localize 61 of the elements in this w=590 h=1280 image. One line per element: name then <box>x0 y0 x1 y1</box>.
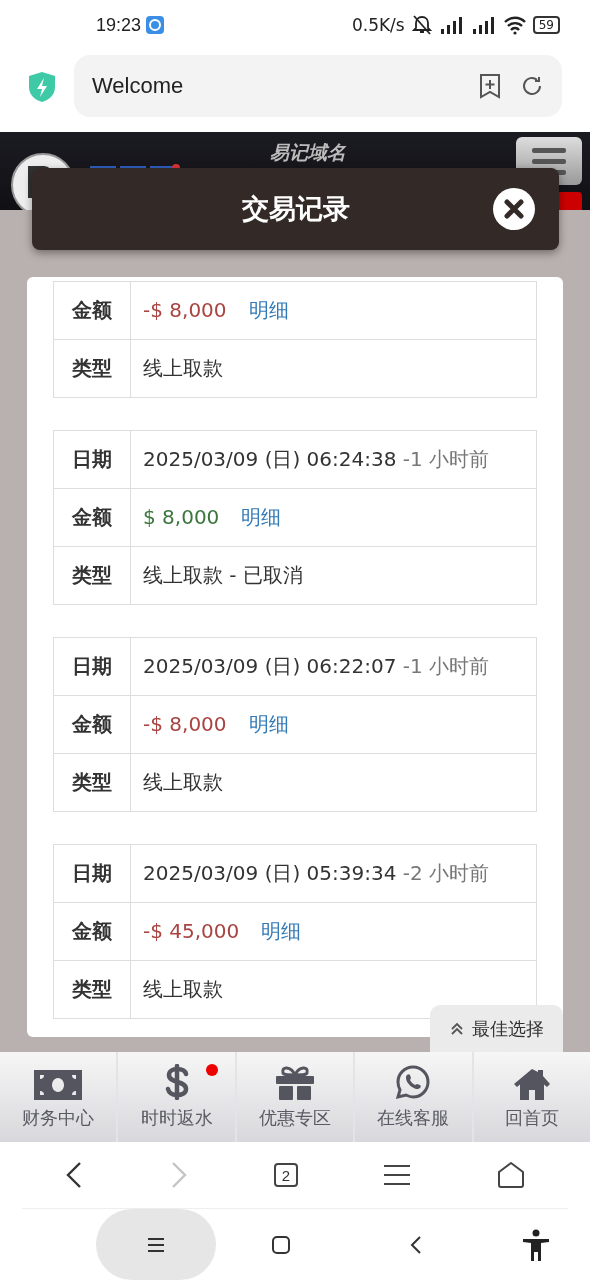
reload-icon[interactable] <box>520 74 544 98</box>
bookmark-add-icon[interactable] <box>478 73 502 99</box>
signal-icon <box>438 15 465 35</box>
type-cell: 线上取款 - 已取消 <box>130 546 537 605</box>
amount-text: -$ 8,000 <box>143 298 227 322</box>
amount-text: -$ 8,000 <box>143 712 227 736</box>
nav-tab[interactable]: 优惠专区 <box>236 1052 356 1142</box>
close-icon <box>503 198 525 220</box>
accessibility-icon[interactable] <box>522 1228 550 1261</box>
wifi-icon <box>502 15 527 35</box>
muted-bell-icon <box>410 15 433 35</box>
tabs-button[interactable]: 2 <box>273 1163 298 1187</box>
chat-phone-icon <box>395 1064 432 1100</box>
dollar-icon <box>163 1064 190 1100</box>
date-cell: 2025/03/09 (日) 06:24:38 -1 小时前 <box>130 430 537 489</box>
clock-time: 19:23 <box>96 14 142 36</box>
nav-tab[interactable]: 财务中心 <box>0 1052 119 1142</box>
detail-link[interactable]: 明细 <box>248 298 289 322</box>
address-bar[interactable]: Welcome <box>74 55 562 117</box>
back-button[interactable] <box>65 1161 84 1189</box>
date-cell: 2025/03/09 (日) 05:39:34 -2 小时前 <box>130 844 537 903</box>
double-chevron-up-icon <box>449 1021 464 1036</box>
page-title: Welcome <box>92 73 185 99</box>
type-cell: 线上取款 <box>130 753 537 812</box>
back-button[interactable] <box>410 1234 422 1255</box>
banknote-icon <box>34 1070 83 1100</box>
field-label: 金额 <box>53 281 131 340</box>
field-label: 金额 <box>53 902 131 961</box>
home-icon <box>512 1068 551 1100</box>
app-notification-icon <box>146 16 165 34</box>
field-label: 金额 <box>53 695 131 754</box>
detail-link[interactable]: 明细 <box>261 919 302 943</box>
close-button[interactable] <box>493 188 535 230</box>
site-tagline: 易记域名 <box>270 140 346 165</box>
home-icon[interactable] <box>496 1161 525 1189</box>
field-label: 类型 <box>53 339 131 398</box>
signal-icon <box>470 15 497 35</box>
field-label: 类型 <box>53 960 131 1019</box>
field-label: 类型 <box>53 546 131 605</box>
nav-tab[interactable]: 回首页 <box>473 1052 590 1142</box>
field-label: 金额 <box>53 488 131 547</box>
network-speed: 0.5K/s <box>351 15 405 35</box>
type-cell: 线上取款 <box>130 339 537 398</box>
amount-text: $ 8,000 <box>143 505 220 529</box>
field-label: 日期 <box>53 844 131 903</box>
battery-level: 59 <box>532 16 560 34</box>
detail-link[interactable]: 明细 <box>241 505 282 529</box>
date-cell: 2025/03/09 (日) 06:22:07 -1 小时前 <box>130 637 537 696</box>
gift-icon <box>275 1066 315 1100</box>
amount-text: -$ 45,000 <box>143 919 240 943</box>
nav-tab[interactable]: 时时返水 <box>118 1052 237 1142</box>
menu-icon <box>147 1236 165 1253</box>
home-button[interactable] <box>272 1235 290 1254</box>
modal-title: 交易记录 <box>241 192 350 226</box>
field-label: 日期 <box>53 637 131 696</box>
menu-icon[interactable] <box>384 1164 411 1186</box>
detail-link[interactable]: 明细 <box>248 712 289 736</box>
nav-tab[interactable]: 在线客服 <box>355 1052 474 1142</box>
field-label: 日期 <box>53 430 131 489</box>
field-label: 类型 <box>53 753 131 812</box>
best-choice-tab[interactable]: 最佳选择 <box>430 1005 563 1052</box>
